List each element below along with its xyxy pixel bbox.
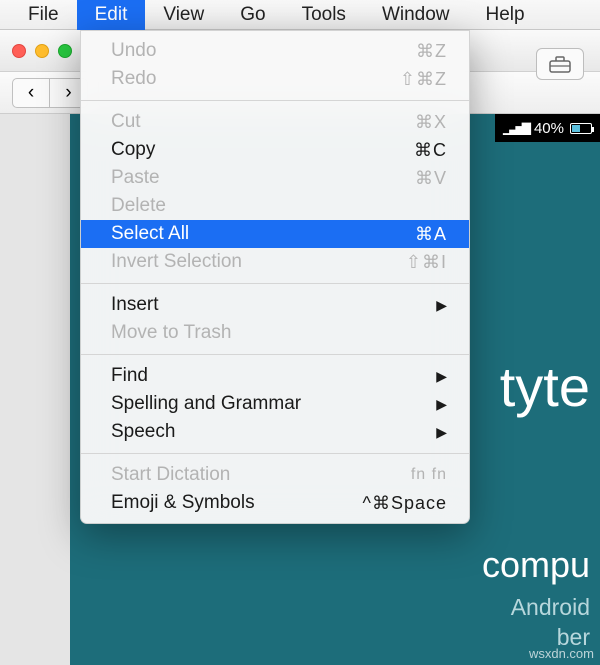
menubar-item-go[interactable]: Go <box>222 0 283 30</box>
submenu-arrow-icon: ▶ <box>436 424 447 441</box>
menu-item-label: Redo <box>111 68 156 90</box>
chevron-left-icon: ‹ <box>28 82 34 104</box>
menu-item-label: Spelling and Grammar <box>111 393 301 415</box>
page-heading-fragment: tyte <box>500 354 590 419</box>
menu-item-insert[interactable]: Insert ▶ <box>81 291 469 319</box>
menu-separator <box>81 453 469 454</box>
menu-item-label: Copy <box>111 139 155 161</box>
menu-item-select-all[interactable]: Select All ⌘A <box>81 220 469 248</box>
battery-icon <box>570 123 592 134</box>
close-window-button[interactable] <box>12 44 26 58</box>
menu-item-copy[interactable]: Copy ⌘C <box>81 136 469 164</box>
menu-item-invert-selection[interactable]: Invert Selection ⇧⌘I <box>81 248 469 276</box>
menubar-item-window[interactable]: Window <box>364 0 468 30</box>
menu-item-label: Find <box>111 365 148 387</box>
menu-item-shortcut: ⌘A <box>415 224 447 245</box>
nav-back-forward: ‹ › <box>12 78 88 108</box>
menu-item-label: Emoji & Symbols <box>111 492 255 514</box>
menu-item-shortcut: ^⌘Space <box>363 493 447 514</box>
menu-item-label: Start Dictation <box>111 464 230 486</box>
menu-item-shortcut: ⌘V <box>415 168 447 189</box>
submenu-arrow-icon: ▶ <box>436 396 447 413</box>
menu-item-emoji-symbols[interactable]: Emoji & Symbols ^⌘Space <box>81 489 469 517</box>
menu-item-speech[interactable]: Speech ▶ <box>81 418 469 446</box>
menu-item-spelling-grammar[interactable]: Spelling and Grammar ▶ <box>81 390 469 418</box>
menu-separator <box>81 354 469 355</box>
menu-item-undo[interactable]: Undo ⌘Z <box>81 37 469 65</box>
menu-item-paste[interactable]: Paste ⌘V <box>81 164 469 192</box>
menu-item-find[interactable]: Find ▶ <box>81 362 469 390</box>
menubar-item-tools[interactable]: Tools <box>284 0 364 30</box>
battery-percent: 40% <box>534 120 564 137</box>
menu-item-shortcut: fn fn <box>411 466 447 484</box>
page-line-fragment-1: Android <box>511 594 590 621</box>
menubar-item-file[interactable]: File <box>10 0 77 30</box>
menu-item-shortcut: ⇧⌘I <box>406 252 447 273</box>
minimize-window-button[interactable] <box>35 44 49 58</box>
chevron-right-icon: › <box>65 82 71 104</box>
edit-menu-dropdown: Undo ⌘Z Redo ⇧⌘Z Cut ⌘X Copy ⌘C Paste ⌘V… <box>80 30 470 524</box>
menu-item-label: Move to Trash <box>111 322 231 344</box>
menu-item-start-dictation[interactable]: Start Dictation fn fn <box>81 461 469 489</box>
traffic-lights <box>12 44 72 58</box>
menu-item-delete[interactable]: Delete <box>81 192 469 220</box>
fullscreen-window-button[interactable] <box>58 44 72 58</box>
menu-item-label: Invert Selection <box>111 251 242 273</box>
menu-item-shortcut: ⇧⌘Z <box>400 69 447 90</box>
menubar: File Edit View Go Tools Window Help <box>0 0 600 30</box>
menu-item-redo[interactable]: Redo ⇧⌘Z <box>81 65 469 93</box>
menu-item-label: Undo <box>111 40 156 62</box>
menu-item-label: Paste <box>111 167 160 189</box>
menubar-item-edit[interactable]: Edit <box>77 0 146 30</box>
watermark: wsxdn.com <box>529 646 594 661</box>
menu-item-move-to-trash[interactable]: Move to Trash <box>81 319 469 347</box>
toolbar-right-group <box>536 48 584 80</box>
back-button[interactable]: ‹ <box>12 78 50 108</box>
menu-item-shortcut: ⌘Z <box>416 41 447 62</box>
menu-item-label: Cut <box>111 111 141 133</box>
signal-icon: ▁▃▅▇ <box>503 121 528 135</box>
menu-item-label: Select All <box>111 223 189 245</box>
toolbox-button[interactable] <box>536 48 584 80</box>
menu-item-shortcut: ⌘X <box>415 112 447 133</box>
device-status-bar: ▁▃▅▇ 40% <box>495 114 600 142</box>
menu-item-label: Delete <box>111 195 166 217</box>
menu-item-label: Speech <box>111 421 175 443</box>
submenu-arrow-icon: ▶ <box>436 297 447 314</box>
menu-separator <box>81 283 469 284</box>
menu-item-shortcut: ⌘C <box>414 140 447 161</box>
submenu-arrow-icon: ▶ <box>436 368 447 385</box>
menu-item-cut[interactable]: Cut ⌘X <box>81 108 469 136</box>
menu-item-label: Insert <box>111 294 159 316</box>
menu-separator <box>81 100 469 101</box>
menubar-item-help[interactable]: Help <box>468 0 543 30</box>
toolbox-icon <box>549 55 571 73</box>
menubar-item-view[interactable]: View <box>145 0 222 30</box>
page-subheading-fragment: compu <box>482 544 590 586</box>
